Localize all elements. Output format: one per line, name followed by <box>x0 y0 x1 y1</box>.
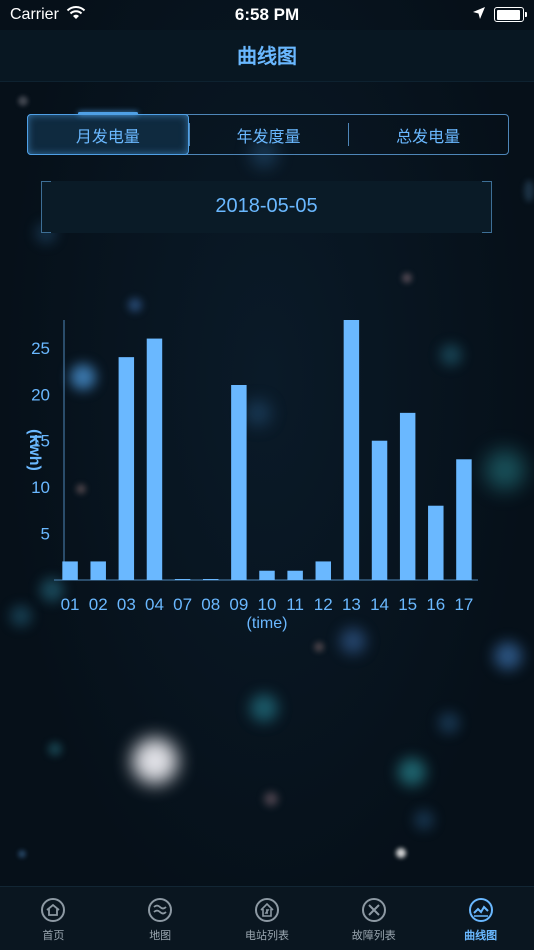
x-tick-label: 09 <box>229 595 248 614</box>
page-title: 曲线图 <box>237 44 297 68</box>
battery-icon <box>494 7 527 22</box>
bar-09 <box>231 385 247 580</box>
bar-13 <box>343 320 360 580</box>
status-bar: Carrier 6:58 PM <box>0 0 534 30</box>
x-tick-label: 17 <box>454 595 473 614</box>
tabbar-item-map[interactable]: 地图 <box>107 887 214 950</box>
bar-08 <box>202 579 219 580</box>
app-screen: Carrier 6:58 PM 曲线图 月发电量 年发度量 总发电量 2018-… <box>0 0 534 950</box>
home-icon <box>41 898 66 922</box>
tabbar-item-station-list[interactable]: 电站列表 <box>214 887 321 950</box>
tab-yearly-generation[interactable]: 年发度量 <box>188 115 349 154</box>
x-tick-label: 03 <box>117 595 136 614</box>
bar-14 <box>371 440 388 580</box>
bottom-tab-bar: 首页 地图 电站列表 故障列表 曲线图 <box>0 886 534 950</box>
tabbar-item-home[interactable]: 首页 <box>0 887 107 950</box>
x-tick-label: 02 <box>89 595 108 614</box>
y-axis-label: (kwh) <box>26 429 43 471</box>
bar-03 <box>118 357 135 580</box>
y-tick-label: 5 <box>41 525 50 544</box>
tabbar-label: 曲线图 <box>464 929 498 942</box>
bar-01 <box>62 561 78 580</box>
bar-07 <box>174 579 191 580</box>
x-tick-label: 11 <box>286 595 304 614</box>
tab-total-generation[interactable]: 总发电量 <box>348 115 508 154</box>
x-tick-label: 10 <box>258 595 277 614</box>
date-selector[interactable]: 2018-05-05 <box>41 181 492 233</box>
x-tick-label: 15 <box>398 595 417 614</box>
bar-02 <box>90 561 106 580</box>
tabbar-item-fault-list[interactable]: 故障列表 <box>320 887 427 950</box>
tab-monthly-generation[interactable]: 月发电量 <box>27 114 189 155</box>
bar-15 <box>399 412 416 580</box>
tabbar-item-curve-chart[interactable]: 曲线图 <box>427 887 534 950</box>
navigation-bar: 曲线图 <box>0 30 534 82</box>
tab-label: 月发电量 <box>75 126 140 146</box>
fault-list-icon <box>361 898 386 922</box>
y-tick-label: 10 <box>31 478 50 497</box>
x-tick-label: 01 <box>61 595 80 614</box>
bar-16 <box>428 505 444 580</box>
x-tick-label: 12 <box>314 595 333 614</box>
tab-label: 年发度量 <box>236 126 301 146</box>
station-list-icon <box>254 898 279 922</box>
tabbar-label: 故障列表 <box>351 929 396 942</box>
bar-04 <box>146 338 163 580</box>
selected-date: 2018-05-05 <box>215 195 318 217</box>
x-tick-label: 04 <box>145 595 164 614</box>
location-arrow-icon <box>472 6 486 25</box>
x-tick-label: 07 <box>173 595 192 614</box>
curve-chart-icon <box>468 898 493 922</box>
x-tick-labels: 01 02 03 04 07 08 09 10 11 12 13 14 15 16 17 <box>61 595 474 614</box>
status-time: 6:58 PM <box>234 5 300 24</box>
y-tick-label: 25 <box>31 339 50 358</box>
y-tick-label: 20 <box>31 385 50 404</box>
tabbar-label: 电站列表 <box>244 929 289 942</box>
x-tick-label: 16 <box>426 595 445 614</box>
generation-bar-chart: 5 10 15 20 25 01 02 03 04 07 08 09 10 11 12 13 14 15 16 17… <box>26 320 478 632</box>
bars <box>62 320 472 580</box>
x-tick-label: 08 <box>201 595 220 614</box>
map-icon <box>148 898 173 922</box>
bar-12 <box>315 561 332 580</box>
tabbar-label: 地图 <box>149 929 172 942</box>
tabbar-label: 首页 <box>42 929 65 942</box>
bar-10 <box>259 570 275 580</box>
x-tick-label: 14 <box>370 595 389 614</box>
period-segmented-control: 月发电量 年发度量 总发电量 <box>27 114 509 155</box>
bar-17 <box>456 459 472 580</box>
x-tick-label: 13 <box>342 595 361 614</box>
tab-label: 总发电量 <box>396 126 461 146</box>
bar-11 <box>287 570 303 580</box>
x-axis-label: (time) <box>247 615 288 632</box>
